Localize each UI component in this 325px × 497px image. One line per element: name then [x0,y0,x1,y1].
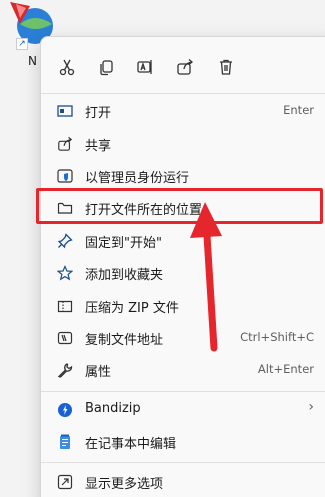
rename-icon [137,60,152,74]
wrench-icon [57,362,73,378]
pin-icon [57,233,73,249]
menu-item-label: 添加到收藏夹 [85,268,164,283]
menu-item-label: 共享 [85,139,112,154]
trash-icon [220,59,232,75]
scissors-icon [59,59,75,76]
divider [41,462,325,463]
menu-item-bandizip[interactable]: Bandizip › [41,393,325,427]
menu-item-label: 在记事本中编辑 [85,437,177,452]
menu-item-show-more-options[interactable]: 显示更多选项 [41,465,325,497]
zip-icon [57,298,73,314]
shortcut-arrow-icon: ↗ [16,38,28,50]
notepad-icon [57,434,73,450]
admin-shield-icon [57,168,73,184]
menu-item-label: 显示更多选项 [85,477,164,492]
menu-item-label: 属性 [85,365,112,380]
shortcut-text: Alt+Enter [257,362,314,376]
share-icon [177,59,194,75]
shortcut-text: Enter [283,103,314,117]
open-app-icon [57,103,73,119]
share-icon [57,136,73,152]
cut-button[interactable] [55,55,79,79]
menu-item-open[interactable]: 打开 Enter [41,94,325,128]
copy-button[interactable] [94,55,118,79]
menu-item-label: Bandizip [85,401,141,416]
bandizip-icon [57,402,73,418]
menu-item-label: 复制文件地址 [85,333,164,348]
menu-item-share[interactable]: 共享 [41,127,325,161]
menu-toolbar [41,37,325,93]
share-button[interactable] [173,55,197,79]
red-arrow-annotation [190,202,222,352]
desktop-icon-label: N [28,54,37,68]
menu-item-label: 固定到"开始" [85,236,162,251]
copy-icon [100,60,113,76]
menu-item-edit-in-notepad[interactable]: 在记事本中编辑 [41,425,325,459]
menu-item-label: 压缩为 ZIP 文件 [85,301,179,316]
divider [41,391,325,392]
menu-item-label: 打开 [85,106,112,121]
copy-path-icon [57,330,73,346]
star-icon [57,265,73,281]
desktop: ↗ N 打开 Enter 共享 以管理员身份运行 打开文件所在的位置 固定到"开… [0,0,325,497]
rename-button[interactable] [133,55,157,79]
delete-button[interactable] [214,55,238,79]
shortcut-text: Ctrl+Shift+C [240,330,314,344]
more-options-icon [57,474,73,490]
menu-item-label: 以管理员身份运行 [85,171,190,186]
chevron-right-icon: › [308,399,314,415]
